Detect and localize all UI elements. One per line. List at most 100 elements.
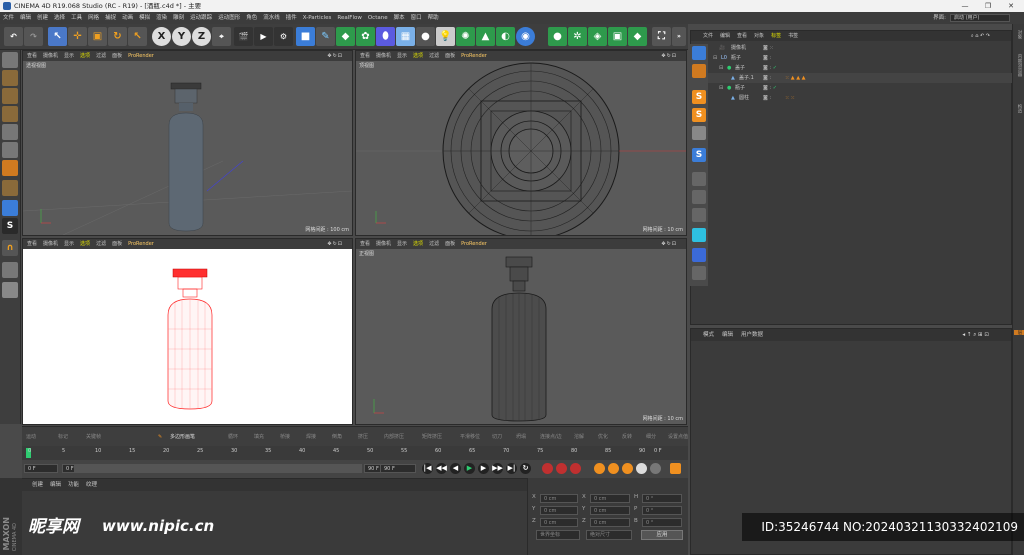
path-icon[interactable]: [692, 172, 706, 186]
undo-icon[interactable]: ↶: [4, 27, 23, 46]
cmd-keyframe[interactable]: 关键帧: [86, 429, 101, 445]
x-axis-icon[interactable]: X: [152, 27, 171, 46]
menu-motion-tracker[interactable]: 运动跟踪: [187, 12, 215, 24]
qr-icon[interactable]: ◉: [516, 27, 535, 46]
collapse-icon[interactable]: ⊟: [719, 63, 723, 73]
layers-icon[interactable]: [692, 228, 706, 242]
prev-frame-icon[interactable]: ◀: [450, 463, 461, 474]
size-y-field[interactable]: 0 cm: [590, 506, 630, 515]
vp-menu-view[interactable]: 查看: [360, 241, 370, 247]
menu-realflow[interactable]: RealFlow: [334, 12, 364, 24]
vp-menu-options[interactable]: 选项: [413, 53, 423, 59]
twist-icon[interactable]: [692, 266, 706, 280]
s-plugin-icon[interactable]: S: [692, 148, 706, 162]
cube-icon[interactable]: ■: [296, 27, 315, 46]
render-settings-icon[interactable]: ⚙: [274, 27, 293, 46]
cmd-smooth-shift[interactable]: 平滑移位: [460, 429, 480, 445]
object-row-cylinder[interactable]: ▲ 圆柱 ◙ : ⁙ ⁙: [691, 93, 1013, 103]
menu-octane[interactable]: Octane: [365, 12, 391, 24]
octane-material-icon[interactable]: ◈: [588, 27, 607, 46]
goto-end-icon[interactable]: ▶|: [506, 463, 517, 474]
rotate-icon[interactable]: ↻: [108, 27, 127, 46]
vp-menu-prorender[interactable]: ProRender: [461, 241, 487, 247]
loop-icon[interactable]: ↻: [520, 463, 531, 474]
size-mode-select[interactable]: 绝对尺寸: [586, 530, 632, 540]
cmd-weld[interactable]: 焊接: [306, 429, 316, 445]
cmd-fill[interactable]: 填充: [254, 429, 264, 445]
minimize-button[interactable]: —: [954, 0, 976, 12]
octane-render-icon[interactable]: ●: [548, 27, 567, 46]
xp-emitter-icon[interactable]: ✺: [456, 27, 475, 46]
toolbar-more-icon[interactable]: »: [672, 27, 686, 46]
keyframe-help-icon[interactable]: [570, 463, 581, 474]
workplane-mode-icon[interactable]: [2, 106, 18, 122]
size-z-field[interactable]: 0 cm: [590, 518, 630, 527]
material-tags-icon[interactable]: ⁙ ▲ ▲ ▲: [785, 73, 806, 83]
vp-menu-view[interactable]: 查看: [27, 241, 37, 247]
model-mode-icon[interactable]: [2, 70, 18, 86]
mat-tab-function[interactable]: 功能: [68, 482, 79, 488]
viewport-nav-icons[interactable]: ✥↻⊡: [327, 51, 343, 61]
points-mode-icon[interactable]: [2, 124, 18, 140]
vp-menu-options[interactable]: 选项: [80, 241, 90, 247]
array-icon[interactable]: ✿: [356, 27, 375, 46]
select-arrow-icon[interactable]: ↖: [48, 27, 67, 46]
octane-settings-icon[interactable]: ✲: [568, 27, 587, 46]
next-key-icon[interactable]: ▶▶: [492, 463, 503, 474]
cmd-motion[interactable]: 运动: [26, 429, 36, 445]
visibility-dots[interactable]: ◙ :: [763, 53, 771, 63]
rot-h-field[interactable]: 0 °: [642, 494, 682, 503]
am-tab-user-data[interactable]: 用户数据: [741, 332, 763, 338]
cmd-extrude[interactable]: 挤压: [358, 429, 368, 445]
viewport-nav-icons[interactable]: ✥↻⊡: [661, 239, 677, 249]
xp-system-icon[interactable]: ▲: [476, 27, 495, 46]
key-param-icon[interactable]: [636, 463, 647, 474]
s-plugin-icon[interactable]: S: [692, 108, 706, 122]
cmd-polygon-pen[interactable]: 多边形画笔: [170, 429, 195, 445]
om-tab-view[interactable]: 查看: [737, 33, 747, 39]
vp-menu-options[interactable]: 选项: [80, 53, 90, 59]
menu-tools[interactable]: 工具: [68, 12, 85, 24]
play-icon[interactable]: ▶: [464, 463, 475, 474]
locked-workplane-icon[interactable]: [2, 282, 18, 298]
texture-mode-icon[interactable]: [2, 88, 18, 104]
menu-plugins[interactable]: 插件: [283, 12, 300, 24]
menu-help[interactable]: 帮助: [425, 12, 442, 24]
tag-icon[interactable]: [692, 126, 706, 140]
pen-spline-icon[interactable]: ✎: [316, 27, 335, 46]
vp-menu-panel[interactable]: 面板: [445, 241, 455, 247]
cmd-connect[interactable]: 连接点/边: [540, 429, 562, 445]
viewport-top[interactable]: 查看 摄像机 显示 选项 过滤 面板 ProRender ✥↻⊡ 顶视图 网格间距 : 10…: [355, 50, 687, 236]
goto-start-icon[interactable]: |◀: [422, 463, 433, 474]
polygons-mode-icon[interactable]: [2, 160, 18, 176]
mat-tab-create[interactable]: 创建: [32, 482, 43, 488]
menu-simulate[interactable]: 模拟: [136, 12, 153, 24]
menu-window[interactable]: 窗口: [408, 12, 425, 24]
viewport-nav-icons[interactable]: ✥↻⊡: [661, 51, 677, 61]
spline-icon[interactable]: [692, 190, 706, 204]
light-icon[interactable]: 💡: [436, 27, 455, 46]
key-scale-icon[interactable]: [608, 463, 619, 474]
cmd-bevel[interactable]: 倒角: [332, 429, 342, 445]
collapse-icon[interactable]: ⊟: [713, 53, 717, 63]
start-frame-field[interactable]: 0 F: [24, 464, 58, 473]
last-tool-icon[interactable]: ↖: [128, 27, 147, 46]
vp-menu-options[interactable]: 选项: [413, 241, 423, 247]
menu-create[interactable]: 创建: [34, 12, 51, 24]
z-axis-icon[interactable]: Z: [192, 27, 211, 46]
workplane-grid-icon[interactable]: [2, 262, 18, 278]
vp-menu-panel[interactable]: 面板: [112, 53, 122, 59]
cmd-matrix-extrude[interactable]: 矩阵挤压: [422, 429, 442, 445]
material-tags-icon[interactable]: ⁙ ⁙: [785, 93, 795, 103]
prev-key-icon[interactable]: ◀◀: [436, 463, 447, 474]
visibility-dots[interactable]: ◙ ⁙: [763, 43, 774, 53]
cmd-subdivide[interactable]: 细分: [646, 429, 656, 445]
vp-menu-prorender[interactable]: ProRender: [128, 53, 154, 59]
record-icon[interactable]: [542, 463, 553, 474]
menu-select[interactable]: 选择: [51, 12, 68, 24]
am-tab-edit[interactable]: 编辑: [722, 332, 733, 338]
render-picture-viewer-icon[interactable]: ▶: [254, 27, 273, 46]
om-tab-edit[interactable]: 编辑: [720, 33, 730, 39]
object-row-camera[interactable]: 🎥 摄像机 ◙ ⁙: [691, 43, 1013, 53]
viewport-front[interactable]: 查看 摄像机 显示 选项 过滤 面板 ProRender ✥↻⊡ 正视图 网格间距 : 10…: [355, 238, 687, 425]
